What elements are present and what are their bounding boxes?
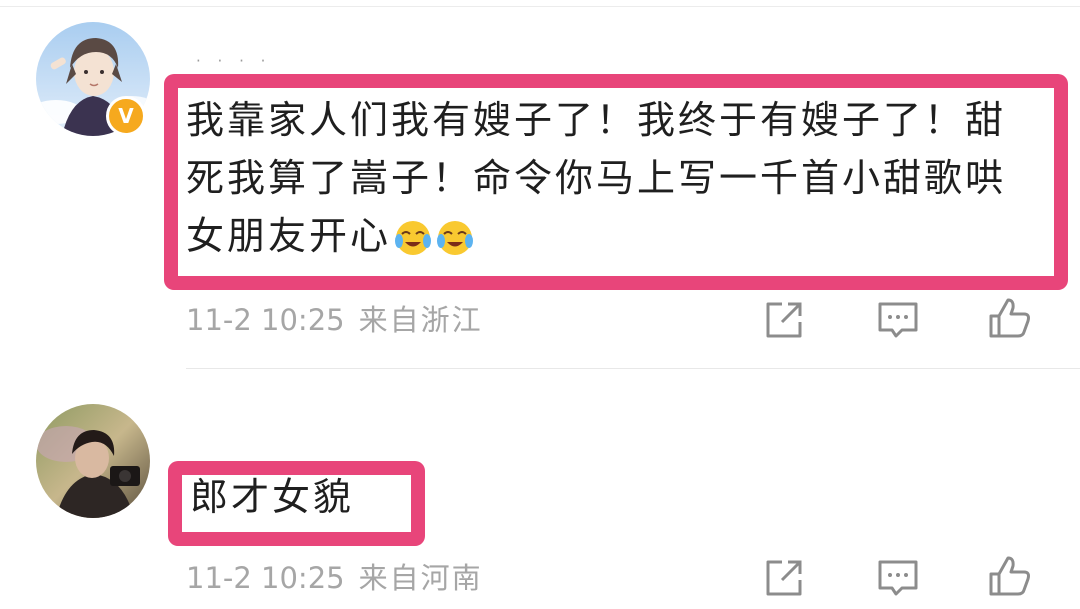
comment-icon[interactable] [874, 296, 922, 344]
timestamp: 11-2 10:25 [186, 561, 345, 595]
crying-laughing-emoji-icon [435, 215, 475, 273]
comment-icon[interactable] [874, 554, 922, 602]
comment-feed: V · · · · 我靠家人们我有嫂子了！我终于有嫂子了！甜死我算了嵩子！命令你… [0, 0, 1080, 609]
comment-divider [186, 368, 1080, 369]
comment-meta: 11-2 10:25 来自河南 [186, 560, 483, 596]
share-icon[interactable] [760, 554, 808, 602]
location-source: 来自浙江 [358, 303, 483, 337]
crying-laughing-emoji-icon [393, 215, 433, 273]
comment-meta: 11-2 10:25 来自浙江 [186, 302, 483, 338]
top-divider [0, 6, 1080, 7]
like-icon[interactable] [986, 552, 1034, 600]
comment-text: 我靠家人们我有嫂子了！我终于有嫂子了！甜死我算了嵩子！命令你马上写一千首小甜歌哄… [186, 91, 1036, 273]
timestamp: 11-2 10:25 [186, 303, 345, 337]
verified-badge-icon: V [106, 96, 146, 136]
like-icon[interactable] [986, 294, 1034, 342]
comment-text-content: 郎才女貌 [190, 475, 355, 519]
comment-text: 郎才女貌 [190, 472, 410, 522]
location-source: 来自河南 [358, 561, 483, 595]
avatar[interactable] [36, 404, 150, 518]
share-icon[interactable] [760, 296, 808, 344]
comment-text-content: 我靠家人们我有嫂子了！我终于有嫂子了！甜死我算了嵩子！命令你马上写一千首小甜歌哄… [186, 98, 1007, 258]
username[interactable]: · · · · [196, 48, 396, 70]
